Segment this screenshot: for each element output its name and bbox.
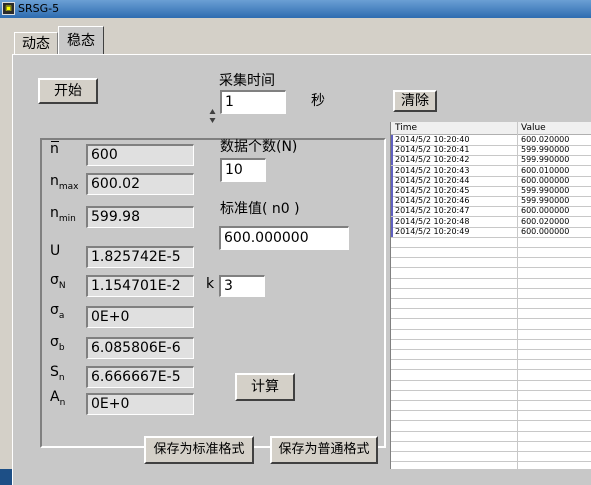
sigma-b-value: 6.085806E-6	[86, 337, 194, 359]
mean-symbol: n	[50, 141, 59, 157]
time-cell: 2014/5/2 10:20:49	[395, 226, 470, 236]
save-standard-format-button[interactable]: 保存为标准格式	[144, 436, 254, 464]
labview-icon: ▣	[2, 2, 15, 15]
tab-dynamic[interactable]: 动态	[14, 32, 58, 54]
row-marker	[391, 175, 393, 186]
value-cell: 599.990000	[521, 155, 570, 165]
value-cell: 600.000000	[521, 175, 570, 185]
k-input[interactable]: 3	[219, 275, 265, 297]
row-marker	[391, 216, 393, 227]
standard-value-input[interactable]: 600.000000	[219, 226, 349, 250]
acquire-time-input[interactable]: 1	[220, 90, 286, 114]
time-cell: 2014/5/2 10:20:40	[395, 135, 470, 144]
row-marker	[391, 226, 393, 237]
an-symbol: An	[50, 389, 66, 408]
save-normal-format-button[interactable]: 保存为普通格式	[270, 436, 378, 464]
sigma-n-symbol: σN	[50, 272, 66, 291]
value-cell: 600.000000	[521, 226, 570, 236]
calculate-button[interactable]: 计算	[235, 373, 295, 401]
sn-symbol: Sn	[50, 364, 65, 383]
an-value: 0E+0	[86, 393, 194, 415]
standard-value-label: 标准值( n0 )	[220, 201, 300, 217]
tab-steady[interactable]: 稳态	[58, 26, 104, 56]
seconds-unit-label: 秒	[311, 93, 325, 109]
value-cell: 599.990000	[521, 186, 570, 195]
value-cell: 599.990000	[521, 196, 570, 206]
row-marker	[391, 186, 393, 196]
time-cell: 2014/5/2 10:20:46	[395, 196, 470, 206]
time-cell: 2014/5/2 10:20:41	[395, 145, 470, 155]
nmax-symbol: nmax	[50, 173, 79, 192]
count-label: 数据个数(N)	[220, 139, 298, 155]
time-cell: 2014/5/2 10:20:45	[395, 186, 470, 195]
sigma-n-value: 1.154701E-2	[86, 275, 194, 297]
row-marker	[391, 145, 393, 156]
sigma-a-symbol: σa	[50, 302, 65, 321]
value-cell: 600.000000	[521, 206, 570, 216]
table-row[interactable]	[391, 461, 591, 469]
acquire-time-label: 采集时间	[219, 73, 275, 89]
mean-value: 600	[86, 144, 194, 166]
time-cell: 2014/5/2 10:20:48	[395, 216, 470, 226]
time-cell: 2014/5/2 10:20:44	[395, 175, 470, 185]
row-marker	[391, 206, 393, 217]
sigma-b-symbol: σb	[50, 334, 65, 353]
time-cell: 2014/5/2 10:20:42	[395, 155, 470, 165]
clear-button[interactable]: 清除	[393, 90, 437, 112]
u-symbol: U	[50, 243, 61, 259]
row-marker	[391, 135, 393, 145]
value-cell: 600.010000	[521, 165, 570, 175]
value-cell: 599.990000	[521, 145, 570, 155]
value-cell: 600.020000	[521, 216, 570, 226]
time-column-header[interactable]: Time	[395, 122, 417, 134]
window-client: 动态 稳态 开始 采集时间 1 秒 清除 n nmax nmin U σN σa…	[0, 18, 591, 485]
start-button[interactable]: 开始	[38, 78, 98, 104]
row-marker	[391, 196, 393, 207]
window-title: SRSG-5	[18, 2, 60, 15]
title-bar: ▣ SRSG-5	[0, 0, 591, 18]
row-marker	[391, 155, 393, 166]
row-marker	[391, 165, 393, 176]
nmax-value: 600.02	[86, 173, 194, 195]
spin-arrows-icon[interactable]	[209, 108, 216, 124]
u-value: 1.825742E-5	[86, 246, 194, 268]
time-cell: 2014/5/2 10:20:43	[395, 165, 470, 175]
count-input[interactable]: 10	[220, 158, 266, 182]
k-label: k	[206, 276, 215, 292]
value-column-header[interactable]: Value	[521, 122, 546, 134]
nmin-value: 599.98	[86, 206, 194, 228]
time-cell: 2014/5/2 10:20:47	[395, 206, 470, 216]
table-header: Time Value	[391, 122, 591, 135]
value-cell: 600.020000	[521, 135, 570, 144]
sn-value: 6.666667E-5	[86, 366, 194, 388]
sigma-a-value: 0E+0	[86, 306, 194, 328]
nmin-symbol: nmin	[50, 205, 76, 224]
data-table[interactable]: Time Value 2014/5/2 10:20:40 600.020000 20…	[390, 122, 591, 469]
